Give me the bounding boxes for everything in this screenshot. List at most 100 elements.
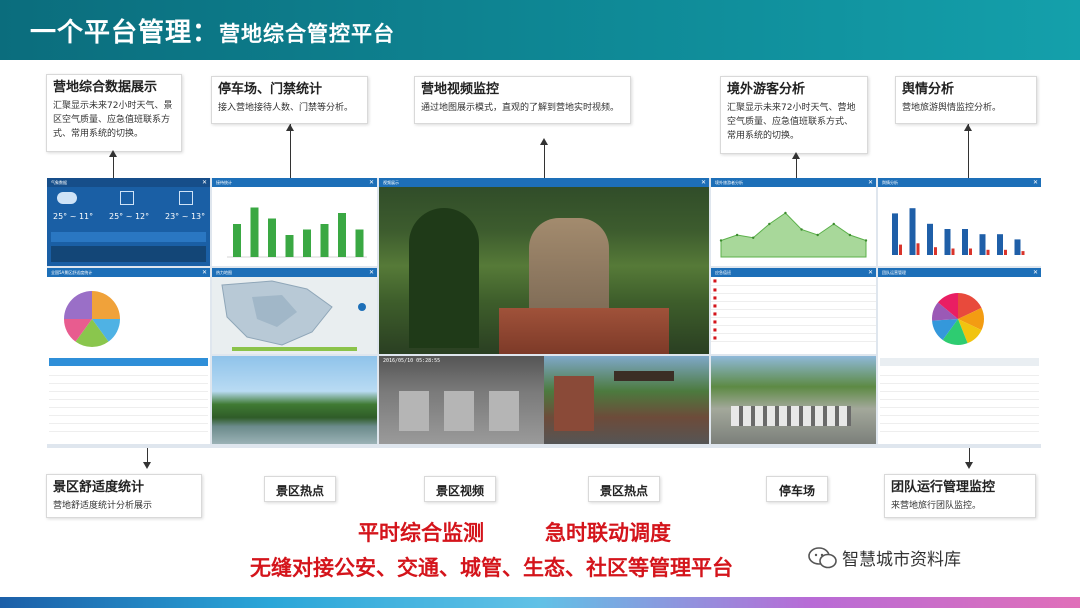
bar [1014, 239, 1021, 255]
callout-title: 营地综合数据展示 [53, 80, 158, 95]
callout-desc: 营地旅游舆情监控分析。 [902, 103, 1002, 113]
data-point [768, 222, 771, 226]
overseas-area-chart [719, 211, 868, 258]
panel-header: 团队运营管理 ✕ [878, 268, 1041, 277]
pie-slice [64, 291, 92, 319]
label-text: 景区热点 [275, 484, 324, 498]
bar [899, 244, 902, 255]
wechat-icon [808, 546, 837, 568]
panel-header: 气象数据 ✕ [47, 178, 210, 187]
table-row[interactable]: ■ [711, 333, 876, 342]
table-row[interactable]: ■ [711, 309, 876, 318]
panel-header: 舆情分析 ✕ [878, 178, 1041, 187]
overseas-panel: 境外旅游者分析 ✕ [711, 178, 876, 266]
table-row[interactable] [880, 391, 1039, 400]
dashboard-screenshot: 气象数据 ✕ 25° ~ 11° 25° ~ 12° 23° ~ 13° 接待统计… [47, 178, 1041, 448]
bar [916, 243, 920, 255]
callout-title: 舆情分析 [902, 82, 955, 97]
bar [1004, 249, 1007, 255]
table-row[interactable] [880, 423, 1039, 432]
table-row[interactable]: ■ [711, 277, 876, 286]
table-row[interactable]: ■ [711, 293, 876, 302]
table-row[interactable]: ■ [711, 285, 876, 294]
callout-desc: 接入营地接待人数、门禁等分析。 [218, 103, 354, 113]
data-point [719, 239, 723, 242]
parking-photo [711, 356, 876, 444]
cloud-icon [57, 192, 77, 204]
arrow-up-icon [964, 124, 972, 131]
weather-temp-3: 23° ~ 13° [165, 212, 206, 221]
close-icon[interactable]: ✕ [868, 178, 873, 187]
temple-roof [614, 371, 674, 381]
visitor-panel: 接待统计 ✕ [212, 178, 377, 266]
weather-row [51, 232, 206, 242]
tree [409, 208, 479, 348]
bar [927, 223, 933, 255]
label-hotspot-1: 景区热点 [264, 476, 336, 502]
label-hotspot-2: 景区热点 [588, 476, 660, 502]
table-row [49, 407, 208, 416]
weather-temp-1: 25° ~ 11° [53, 212, 94, 221]
bar [997, 234, 1003, 255]
bar [320, 224, 329, 257]
label-video: 景区视频 [424, 476, 496, 502]
weather-info [51, 246, 206, 262]
bar [979, 234, 986, 255]
panel-header: 接待统计 ✕ [212, 178, 377, 187]
bar [338, 213, 346, 257]
table-header [49, 358, 208, 366]
weather-panel: 气象数据 ✕ 25° ~ 11° 25° ~ 12° 23° ~ 13° [47, 178, 210, 266]
panel-title: 舆情分析 [882, 180, 898, 185]
table-row[interactable]: ■ [711, 317, 876, 326]
data-table [49, 367, 208, 432]
table-row[interactable] [880, 407, 1039, 416]
close-icon[interactable]: ✕ [1033, 268, 1038, 277]
close-icon[interactable]: ✕ [369, 268, 374, 277]
event-panel: 应急值班 ✕ ■ ■ ■ ■ ■ ■ ■ ■ [711, 268, 876, 354]
video-main[interactable]: 视频展示 ✕ [379, 178, 709, 354]
close-icon[interactable]: ✕ [202, 178, 207, 187]
close-icon[interactable]: ✕ [701, 178, 706, 187]
callout-desc: 通过地图展示模式，直观的了解到营地实时视频。 [421, 103, 620, 113]
data-point [864, 239, 868, 242]
callout-title: 停车场、门禁统计 [218, 82, 323, 97]
panel-title: 视频展示 [383, 180, 399, 185]
carved-stone [554, 376, 594, 431]
data-point [800, 228, 803, 231]
close-icon[interactable]: ✕ [1033, 178, 1038, 187]
close-icon[interactable]: ✕ [868, 268, 873, 277]
close-icon[interactable]: ✕ [369, 178, 374, 187]
watermark-text: 智慧城市资料库 [842, 550, 961, 570]
panel-header: 应急值班 ✕ [711, 268, 876, 277]
panel-title: 全国5A景区舒适度统计 [51, 270, 93, 275]
building-icon [120, 191, 134, 205]
table-row [49, 367, 208, 376]
table-row[interactable] [880, 367, 1039, 376]
table-row[interactable] [880, 383, 1039, 392]
data-point [735, 233, 739, 237]
table-row [49, 423, 208, 432]
comfort-panel: 全国5A景区舒适度统计 ✕ [47, 268, 210, 444]
gate-turnstile [399, 391, 429, 431]
bar [962, 229, 968, 255]
panel-title: 团队运营管理 [882, 270, 906, 275]
table-row[interactable] [880, 375, 1039, 384]
callout-comfort: 景区舒适度统计 营地舒适度统计分析展示 [46, 474, 202, 518]
table-row[interactable] [880, 415, 1039, 424]
video-gate[interactable]: 2016/05/10 05:28:55 [379, 356, 544, 444]
close-icon[interactable]: ✕ [202, 268, 207, 277]
slogan-line2: 无缝对接公安、交通、城管、生态、社区等管理平台 [250, 556, 733, 580]
bar [986, 249, 990, 255]
callout-desc: 汇聚显示未来72小时天气、营地空气质量、应急值班联系方式、常用系统的切换。 [727, 103, 856, 141]
bar [969, 248, 972, 255]
panel-header: 热力地图 ✕ [212, 268, 377, 277]
table-row[interactable] [880, 399, 1039, 408]
callout-title: 景区舒适度统计 [53, 480, 145, 495]
bar [944, 229, 951, 255]
comfort-table [49, 367, 208, 432]
table-row[interactable]: ■ [711, 301, 876, 310]
table-row[interactable]: ■ [711, 325, 876, 334]
arrow-up-icon [286, 124, 294, 131]
hotspot-photo-1 [212, 356, 377, 444]
label-text: 停车场 [778, 484, 815, 498]
